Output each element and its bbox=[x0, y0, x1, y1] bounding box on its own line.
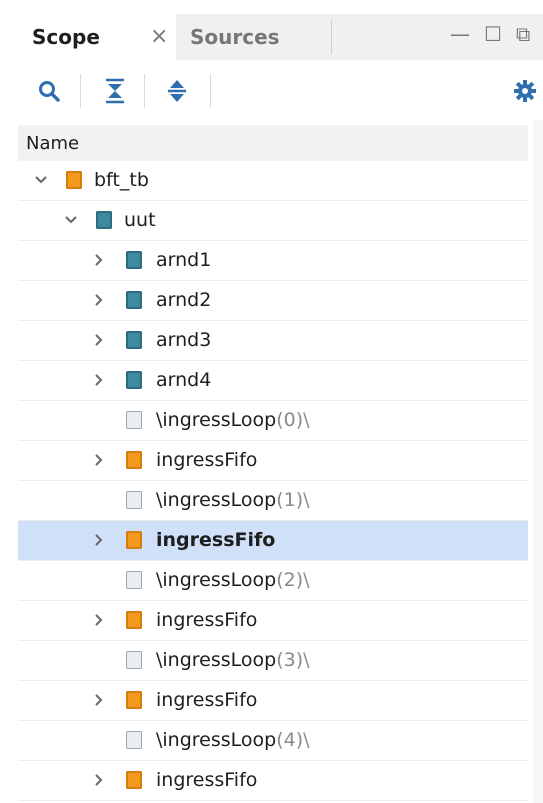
tab-divider bbox=[331, 20, 332, 54]
tree-row[interactable]: ingressFifo bbox=[18, 441, 528, 481]
generate-block-icon bbox=[126, 491, 142, 509]
generate-block-icon bbox=[126, 411, 142, 429]
tree-row-suffix: (0)\ bbox=[276, 409, 310, 431]
tree-row-label: \ingressLoop bbox=[156, 489, 277, 511]
generate-block-icon bbox=[126, 651, 142, 669]
tree-row-text: \ingressLoop(1)\ bbox=[156, 489, 310, 511]
tree-row-label: \ingressLoop bbox=[156, 729, 277, 751]
chevron-right-icon[interactable] bbox=[90, 771, 108, 789]
tree-row[interactable]: \ingressLoop(3)\ bbox=[18, 641, 528, 681]
scope-tree: Name bft_tbuut arnd1 arnd2 arnd3 arnd4 \ingre… bbox=[18, 120, 543, 803]
generate-block-icon bbox=[126, 571, 142, 589]
tree-row-text: \ingressLoop(2)\ bbox=[156, 569, 310, 591]
module-icon bbox=[126, 331, 142, 349]
tree-row-label: arnd3 bbox=[156, 329, 212, 351]
chevron-right-icon[interactable] bbox=[90, 451, 108, 469]
tree-row-label: ingressFifo bbox=[156, 449, 258, 471]
gear-icon[interactable] bbox=[508, 74, 542, 108]
chevron-right-icon[interactable] bbox=[90, 371, 108, 389]
module-icon bbox=[66, 171, 82, 189]
close-icon[interactable]: × bbox=[150, 24, 168, 49]
tree-row-suffix: (4)\ bbox=[276, 729, 310, 751]
module-icon bbox=[126, 251, 142, 269]
tree-row-label: uut bbox=[124, 209, 156, 231]
chevron-right-icon[interactable] bbox=[90, 251, 108, 269]
expand-all-icon[interactable] bbox=[160, 74, 194, 108]
tree-row-label: \ingressLoop bbox=[156, 409, 277, 431]
tab-sources-label: Sources bbox=[190, 25, 280, 49]
module-icon bbox=[126, 531, 142, 549]
module-icon bbox=[126, 771, 142, 789]
vertical-scrollbar[interactable]: ^ bbox=[533, 120, 543, 803]
toolbar-divider bbox=[80, 74, 81, 108]
module-icon bbox=[126, 451, 142, 469]
collapse-all-icon[interactable] bbox=[98, 74, 132, 108]
tree-row[interactable]: \ingressLoop(0)\ bbox=[18, 401, 528, 441]
search-icon[interactable] bbox=[32, 74, 66, 108]
tree-row-text: \ingressLoop(3)\ bbox=[156, 649, 310, 671]
tree-row-label: ingressFifo bbox=[156, 609, 258, 631]
tree-row-label: \ingressLoop bbox=[156, 569, 277, 591]
chevron-right-icon[interactable] bbox=[90, 611, 108, 629]
tree-row[interactable]: arnd4 bbox=[18, 361, 528, 401]
tree-row[interactable]: ingressFifo bbox=[18, 681, 528, 721]
module-icon bbox=[126, 371, 142, 389]
tree-row[interactable]: \ingressLoop(4)\ bbox=[18, 721, 528, 761]
tree-row[interactable]: arnd2 bbox=[18, 281, 528, 321]
chevron-down-icon[interactable] bbox=[32, 171, 50, 189]
tree-row[interactable]: ingressFifo bbox=[18, 601, 528, 641]
tree-row-label: ingressFifo bbox=[156, 769, 258, 791]
chevron-right-icon[interactable] bbox=[90, 331, 108, 349]
module-icon bbox=[126, 291, 142, 309]
tree-row-label: arnd2 bbox=[156, 289, 212, 311]
column-header-name[interactable]: Name bbox=[18, 125, 528, 161]
chevron-down-icon[interactable] bbox=[62, 211, 80, 229]
float-window-icon[interactable]: ⧉ bbox=[516, 22, 530, 46]
tree-row[interactable]: \ingressLoop(1)\ bbox=[18, 481, 528, 521]
minimize-icon[interactable]: — bbox=[450, 22, 470, 46]
tree-row[interactable]: ingressFifo bbox=[18, 761, 528, 801]
tab-bar: Scope × Sources — ☐ ⧉ bbox=[18, 14, 543, 60]
toolbar-divider bbox=[144, 74, 145, 108]
toolbar bbox=[18, 62, 543, 120]
generate-block-icon bbox=[126, 731, 142, 749]
tab-sources[interactable]: Sources bbox=[178, 14, 330, 60]
column-header-label: Name bbox=[26, 132, 80, 154]
tree-row-suffix: (3)\ bbox=[276, 649, 310, 671]
chevron-right-icon[interactable] bbox=[90, 291, 108, 309]
tree-row-text: \ingressLoop(0)\ bbox=[156, 409, 310, 431]
tree-row[interactable]: ingressFifo bbox=[18, 521, 528, 561]
tree-row-text: \ingressLoop(4)\ bbox=[156, 729, 310, 751]
maximize-icon[interactable]: ☐ bbox=[484, 22, 502, 46]
tree-row-label: ingressFifo bbox=[156, 689, 258, 711]
tree-row[interactable]: uut bbox=[18, 201, 528, 241]
tab-scope-label: Scope bbox=[32, 25, 100, 49]
tree-row-label: bft_tb bbox=[94, 169, 149, 191]
tree-row[interactable]: arnd3 bbox=[18, 321, 528, 361]
tree-row[interactable]: bft_tb bbox=[18, 161, 528, 201]
tree-row-label: ingressFifo bbox=[156, 529, 276, 551]
tree-row-label: arnd1 bbox=[156, 249, 212, 271]
module-icon bbox=[96, 211, 112, 229]
tree-row-suffix: (2)\ bbox=[276, 569, 310, 591]
tab-scope[interactable]: Scope × bbox=[18, 14, 176, 60]
tree-row[interactable]: arnd1 bbox=[18, 241, 528, 281]
scope-panel: Scope × Sources — ☐ ⧉ Name bft_tb uut ar… bbox=[0, 0, 543, 803]
tree-row-suffix: (1)\ bbox=[276, 489, 310, 511]
toolbar-divider bbox=[210, 74, 211, 108]
module-icon bbox=[126, 691, 142, 709]
chevron-right-icon[interactable] bbox=[90, 691, 108, 709]
tree-row-label: \ingressLoop bbox=[156, 649, 277, 671]
tree-row-label: arnd4 bbox=[156, 369, 212, 391]
tree-row[interactable]: \ingressLoop(2)\ bbox=[18, 561, 528, 601]
chevron-right-icon[interactable] bbox=[90, 531, 108, 549]
module-icon bbox=[126, 611, 142, 629]
